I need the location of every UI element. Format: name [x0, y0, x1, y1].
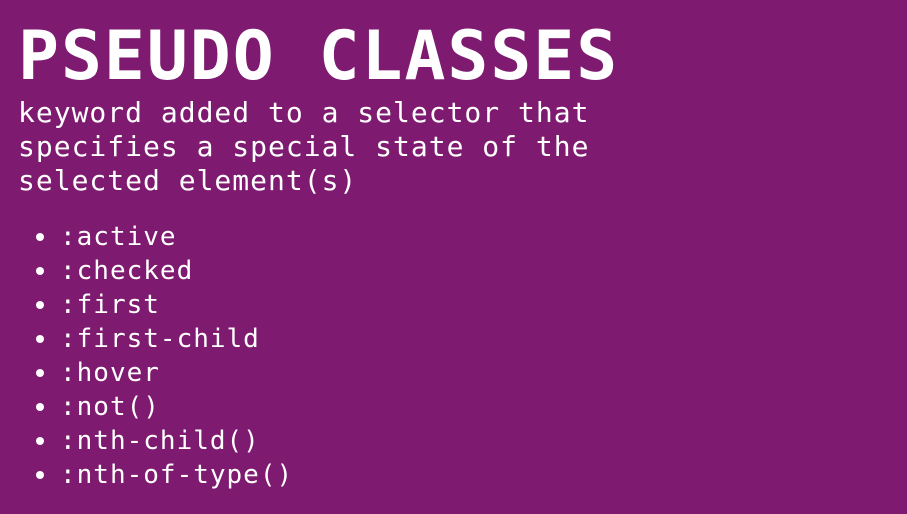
list-item: :hover: [36, 356, 907, 390]
list-item-text: :hover: [60, 358, 160, 388]
slide: PSEUDO CLASSES keyword added to a select…: [0, 0, 907, 514]
bullet-icon: [36, 301, 44, 309]
bullet-icon: [36, 233, 44, 241]
bullet-icon: [36, 471, 44, 479]
slide-subtitle: keyword added to a selector that specifi…: [18, 96, 590, 197]
pseudo-class-list: :active :checked :first :first-child :ho…: [36, 220, 907, 492]
bullet-icon: [36, 335, 44, 343]
bullet-icon: [36, 369, 44, 377]
list-item: :nth-of-type(): [36, 458, 907, 492]
list-item-text: :first: [60, 290, 160, 320]
list-item: :nth-child(): [36, 424, 907, 458]
list-item-text: :nth-of-type(): [60, 460, 294, 490]
bullet-icon: [36, 437, 44, 445]
list-item: :first: [36, 288, 907, 322]
list-item: :first-child: [36, 322, 907, 356]
list-item: :active: [36, 220, 907, 254]
list-item-text: :first-child: [60, 324, 260, 354]
slide-title: PSEUDO CLASSES: [18, 17, 620, 96]
list-item-text: :active: [60, 222, 177, 252]
list-item-text: :nth-child(): [60, 426, 260, 456]
list-item-text: :not(): [60, 392, 160, 422]
list-item: :not(): [36, 390, 907, 424]
list-item-text: :checked: [60, 256, 194, 286]
bullet-icon: [36, 403, 44, 411]
list-item: :checked: [36, 254, 907, 288]
bullet-icon: [36, 267, 44, 275]
